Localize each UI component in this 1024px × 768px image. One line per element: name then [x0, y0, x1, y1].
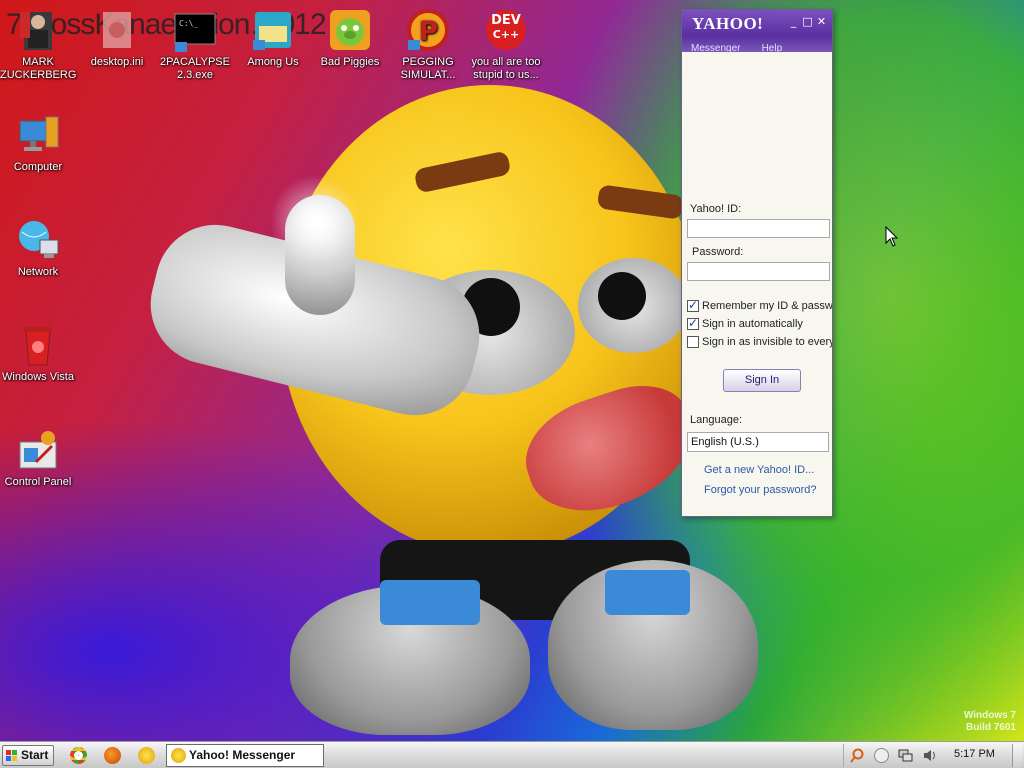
- sign-in-button[interactable]: Sign In: [723, 369, 801, 392]
- desktop-icon-label: 2PACALYPSE 2.3.exe: [160, 56, 230, 81]
- desktop-icon-label: Computer: [13, 161, 63, 173]
- yahoo-logo: YAHOO!: [692, 14, 764, 33]
- desktop-icon-pegging-simulator[interactable]: P PEGGING SIMULAT...: [390, 8, 466, 82]
- watermark-line-1: Windows 7: [963, 710, 1016, 721]
- taskbar-task-yahoo-messenger[interactable]: Yahoo! Messenger: [166, 744, 324, 767]
- new-id-link[interactable]: Get a new Yahoo! ID...: [704, 464, 814, 476]
- desktop-icon-label: PEGGING SIMULAT...: [400, 56, 456, 81]
- desktop-icon-label: you all are too stupid to us...: [471, 56, 541, 81]
- settings-file-icon: [95, 8, 139, 52]
- taskbar: Start Yahoo! Messenger 5:17 PM: [0, 741, 1024, 768]
- window-title-bar[interactable]: YAHOO! _ □ ✕: [682, 10, 832, 36]
- desktop-icon-label: Bad Piggies: [320, 56, 380, 68]
- letter-p-icon: P: [406, 8, 450, 52]
- password-label: Password:: [692, 246, 744, 258]
- wallpaper-pupil-right: [598, 272, 646, 320]
- volume-icon[interactable]: [922, 748, 937, 763]
- remember-checkbox[interactable]: [687, 300, 699, 313]
- messenger-smiley-icon[interactable]: [138, 747, 155, 764]
- firefox-icon[interactable]: [104, 747, 121, 764]
- person-icon: [16, 8, 60, 52]
- auto-signin-checkbox[interactable]: [687, 318, 699, 331]
- start-button[interactable]: Start: [2, 745, 54, 766]
- windows-watermark: Windows 7 Build 7601: [964, 710, 1016, 734]
- minimize-icon[interactable]: _: [788, 16, 799, 27]
- svg-text:P: P: [419, 17, 438, 47]
- desktop-icon-label: Windows Vista: [2, 371, 74, 383]
- recycle-bin-icon: [16, 323, 60, 367]
- desktop-icon-label: desktop.ini: [90, 56, 144, 68]
- desktop-icon-label: Among Us: [247, 56, 299, 68]
- login-panel: Yahoo! ID: Password: Remember my ID & pa…: [682, 52, 832, 516]
- desktop-icon-desktop-ini[interactable]: desktop.ini: [79, 8, 155, 69]
- windows-flag-icon: [6, 750, 18, 762]
- system-tray: 5:17 PM: [843, 744, 1022, 767]
- menu-bar: Messenger Help: [682, 36, 832, 54]
- close-icon[interactable]: ✕: [816, 16, 827, 27]
- desktop-icon-dev-cpp[interactable]: DEV C++ you all are too stupid to us...: [468, 8, 544, 82]
- auto-signin-row[interactable]: Sign in automatically: [687, 318, 832, 333]
- wallpaper-shoe-tongue-left: [380, 580, 480, 625]
- auto-signin-label: Sign in automatically: [702, 318, 803, 330]
- yahoo-id-input[interactable]: [687, 219, 830, 238]
- control-panel-icon: [16, 428, 60, 472]
- clock[interactable]: 5:17 PM: [954, 748, 995, 760]
- start-label: Start: [21, 748, 49, 762]
- language-select[interactable]: English (U.S.): [687, 432, 829, 452]
- desktop-icon-among-us[interactable]: Among Us: [235, 8, 311, 69]
- desktop-icon-computer[interactable]: Computer: [0, 113, 76, 174]
- invisible-row[interactable]: Sign in as invisible to everyone: [687, 336, 832, 351]
- remember-label: Remember my ID & password: [702, 300, 832, 312]
- dev-logo-text: DEV: [491, 13, 521, 28]
- watermark-line-2: Build 7601: [965, 722, 1016, 733]
- svg-text:C:\_: C:\_: [179, 19, 198, 28]
- globe-icon: [16, 218, 60, 262]
- task-label: Yahoo! Messenger: [189, 748, 296, 762]
- invisible-checkbox[interactable]: [687, 336, 699, 349]
- show-desktop-button[interactable]: [1012, 744, 1022, 767]
- wallpaper-shoe-tongue-right: [605, 570, 690, 615]
- remember-row[interactable]: Remember my ID & password: [687, 300, 832, 315]
- yahoo-smiley-icon: [171, 748, 186, 763]
- computer-icon: [16, 113, 60, 157]
- desktop-icon-label: MARK ZUCKERBERG: [0, 56, 77, 81]
- invisible-label: Sign in as invisible to everyone: [702, 336, 832, 348]
- password-input[interactable]: [687, 262, 830, 281]
- terminal-icon: C:\_: [173, 8, 217, 52]
- desktop-icon-windows-vista[interactable]: Windows Vista: [0, 323, 76, 384]
- desktop-icon-label: Network: [17, 266, 59, 278]
- desktop-icon-control-panel[interactable]: Control Panel: [0, 428, 76, 489]
- desktop-icon-label: Control Panel: [4, 476, 72, 488]
- network-icon[interactable]: [898, 748, 913, 763]
- maximize-icon[interactable]: □: [802, 16, 813, 27]
- dev-logo-sub: C++: [492, 28, 520, 41]
- smiley-tray-icon[interactable]: [874, 748, 889, 763]
- desktop-icon-bad-piggies[interactable]: Bad Piggies: [312, 8, 388, 69]
- chrome-icon[interactable]: [70, 747, 87, 764]
- pig-icon: [328, 8, 372, 52]
- forgot-password-link[interactable]: Forgot your password?: [704, 484, 817, 496]
- yahoo-id-label: Yahoo! ID:: [690, 203, 742, 215]
- desktop-icon-network[interactable]: Network: [0, 218, 76, 279]
- program-window-icon: [251, 8, 295, 52]
- wallpaper-sparkle: [270, 175, 360, 265]
- language-label: Language:: [690, 414, 742, 426]
- yahoo-messenger-window[interactable]: YAHOO! _ □ ✕ Messenger Help Yahoo! ID: P…: [681, 9, 833, 517]
- desktop-icon-mark-zuckerberg[interactable]: MARK ZUCKERBERG: [0, 8, 76, 82]
- desktop-icon-2pacalypse[interactable]: C:\_ 2PACALYPSE 2.3.exe: [157, 8, 233, 82]
- search-icon[interactable]: [850, 748, 865, 763]
- dev-cpp-icon: DEV C++: [484, 8, 528, 52]
